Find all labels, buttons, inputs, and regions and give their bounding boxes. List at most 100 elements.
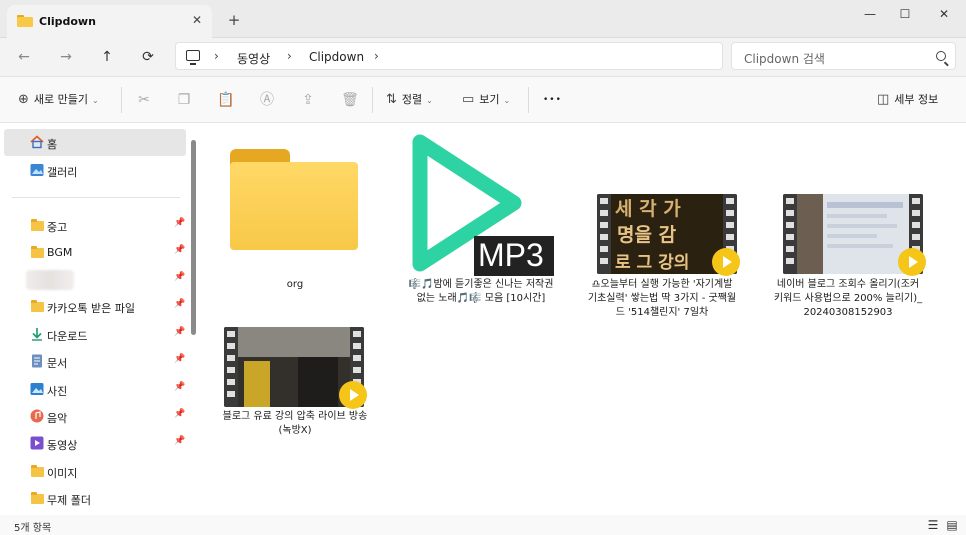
file-item-folder-org[interactable]: org bbox=[220, 124, 370, 304]
tab-title: Clipdown bbox=[39, 15, 96, 28]
home-icon bbox=[30, 135, 44, 149]
sidebar-item-label: 사진 bbox=[47, 385, 68, 398]
new-button-label: 새로 만들기 bbox=[33, 93, 89, 106]
breadcrumb-separator: › bbox=[214, 49, 219, 63]
new-tab-button[interactable]: + bbox=[224, 10, 244, 30]
sidebar-divider bbox=[12, 197, 180, 198]
view-button[interactable]: ▭ 보기 ⌄ bbox=[462, 89, 510, 111]
sort-button[interactable]: ⇅ 정렬 ⌄ bbox=[386, 89, 433, 111]
search-box[interactable]: Clipdown 검색 bbox=[731, 42, 956, 70]
sidebar-item-gallery[interactable]: 갤러리 bbox=[4, 157, 186, 184]
sort-button-label: 정렬 bbox=[401, 93, 423, 106]
music-icon bbox=[30, 409, 44, 423]
navigation-bar: ← → ↑ ⟳ › 동영상 › Clipdown › Clipdown 검색 bbox=[0, 38, 966, 77]
sidebar-item-label: 갤러리 bbox=[47, 166, 78, 179]
file-item-mp3[interactable]: MP3 🎼🎵밤에 듣기좋은 신나는 저작권 없는 노래🎵🎼 모음 [10시간] bbox=[406, 124, 556, 324]
new-button[interactable]: ⊕ 새로 만들기 ⌄ bbox=[18, 89, 99, 111]
file-item-video[interactable]: 블로그 유료 강의 압축 라이브 방송(녹방X) bbox=[220, 314, 370, 454]
cut-icon[interactable]: ✂ bbox=[134, 90, 154, 110]
sidebar-item-label: 홈 bbox=[47, 138, 58, 151]
sidebar-item-documents[interactable]: 문서 📌 bbox=[4, 348, 186, 375]
sidebar-item-bgm[interactable]: BGM 📌 bbox=[4, 239, 186, 266]
pin-icon: 📌 bbox=[174, 245, 186, 255]
pin-icon: 📌 bbox=[174, 382, 186, 392]
sidebar-item-images[interactable]: 이미지 bbox=[4, 458, 186, 485]
command-bar: ⊕ 새로 만들기 ⌄ ✂ ❐ 📋 Ⓐ ⇪ 🗑 ⇅ 정렬 ⌄ ▭ 보기 ⌄ ••• ◫ 세부 정… bbox=[0, 77, 966, 123]
breadcrumb-separator[interactable]: › bbox=[374, 49, 379, 63]
sidebar-item-pictures[interactable]: 사진 📌 bbox=[4, 376, 186, 403]
more-options-button[interactable]: ••• bbox=[543, 89, 562, 111]
details-pane-label: 세부 정보 bbox=[894, 93, 939, 106]
sidebar-item-label: 카카오톡 받은 파일 bbox=[47, 302, 135, 315]
plus-circle-icon: ⊕ bbox=[18, 92, 29, 107]
tiles-view-button[interactable]: ▤ bbox=[945, 518, 959, 532]
sidebar-item-redacted[interactable]: 📌 bbox=[4, 266, 186, 293]
breadcrumb-item-videos[interactable]: 동영상 bbox=[237, 50, 270, 67]
sidebar-item-home[interactable]: 홈 bbox=[4, 129, 186, 156]
sidebar-item-junggo[interactable]: 중고 📌 bbox=[4, 212, 186, 239]
sidebar-item-untitled-folder[interactable]: 무제 폴더 bbox=[4, 485, 186, 512]
up-button[interactable]: ↑ bbox=[94, 45, 120, 69]
forward-button[interactable]: → bbox=[53, 45, 79, 69]
pin-icon: 📌 bbox=[174, 299, 186, 309]
folder-icon bbox=[17, 15, 33, 27]
pin-icon: 📌 bbox=[174, 409, 186, 419]
sidebar-item-kakaotalk[interactable]: 카카오톡 받은 파일 📌 bbox=[4, 293, 186, 320]
chevron-down-icon: ⌄ bbox=[503, 96, 511, 105]
sidebar-item-label: 이미지 bbox=[47, 467, 78, 480]
sidebar-item-music[interactable]: 음악 📌 bbox=[4, 403, 186, 430]
breadcrumb-item-clipdown[interactable]: Clipdown bbox=[309, 50, 364, 64]
download-icon bbox=[32, 328, 42, 341]
sidebar-item-label: 문서 bbox=[47, 357, 68, 370]
paste-icon[interactable]: 📋 bbox=[216, 90, 236, 110]
file-item-label: 네이버 블로그 조회수 올리기(조커 키워드 사용법으로 200% 늘리기)_2… bbox=[773, 279, 923, 318]
thumbnail-text: 로 그 강의 bbox=[615, 253, 690, 273]
close-window-button[interactable]: ✕ bbox=[929, 4, 959, 24]
video-icon bbox=[30, 436, 44, 450]
refresh-button[interactable]: ⟳ bbox=[135, 45, 161, 69]
play-icon bbox=[339, 381, 367, 409]
details-pane-button[interactable]: ◫ 세부 정보 bbox=[877, 89, 938, 111]
rename-icon[interactable]: Ⓐ bbox=[257, 90, 277, 110]
folder-icon bbox=[230, 149, 360, 251]
divider bbox=[372, 87, 373, 113]
share-icon[interactable]: ⇪ bbox=[298, 90, 318, 110]
tab-close-icon[interactable]: ✕ bbox=[189, 12, 205, 28]
sidebar-item-label: 음악 bbox=[47, 412, 68, 425]
mp3-badge-text: MP3 bbox=[478, 237, 544, 273]
details-view-button[interactable]: ☰ bbox=[926, 518, 940, 532]
search-icon[interactable] bbox=[936, 51, 946, 61]
search-input[interactable]: Clipdown 검색 bbox=[744, 50, 825, 67]
back-button[interactable]: ← bbox=[11, 45, 37, 69]
tab-clipdown[interactable]: Clipdown ✕ bbox=[7, 5, 212, 38]
pin-icon: 📌 bbox=[174, 272, 186, 282]
view-button-label: 보기 bbox=[479, 93, 500, 106]
file-item-label: 블로그 유료 강의 압축 라이브 방송(녹방X) bbox=[222, 411, 368, 436]
minimize-button[interactable]: — bbox=[855, 4, 885, 24]
thumbnail-text: 명을 감 bbox=[617, 224, 677, 246]
pin-icon: 📌 bbox=[174, 436, 186, 446]
pin-icon: 📌 bbox=[174, 327, 186, 337]
details-pane-icon: ◫ bbox=[877, 92, 890, 107]
maximize-button[interactable]: ☐ bbox=[890, 4, 920, 24]
folder-icon bbox=[31, 300, 44, 312]
file-item-video[interactable]: 세 각 가 명을 감 로 그 강의 ♎오늘부터 실행 가능한 '자기계발 기초실… bbox=[587, 124, 740, 324]
sidebar-scrollbar-thumb[interactable] bbox=[191, 140, 196, 335]
file-item-label: 🎼🎵밤에 듣기좋은 신나는 저작권 없는 노래🎵🎼 모음 [10시간] bbox=[408, 279, 554, 304]
file-item-video[interactable]: 네이버 블로그 조회수 올리기(조커 키워드 사용법으로 200% 늘리기)_2… bbox=[773, 124, 926, 324]
sidebar-item-label: 다운로드 bbox=[47, 330, 88, 343]
sidebar-item-videos[interactable]: 동영상 📌 bbox=[4, 430, 186, 457]
chevron-down-icon: ⌄ bbox=[426, 96, 433, 105]
file-view: org MP3 🎼🎵밤에 듣기좋은 신나는 저작권 없는 노래🎵🎼 모음 [10… bbox=[200, 124, 966, 516]
redacted-item bbox=[26, 270, 74, 290]
status-bar: 5개 항목 ☰ ▤ bbox=[0, 515, 966, 535]
mp3-badge: MP3 bbox=[474, 236, 554, 276]
folder-icon bbox=[31, 465, 44, 477]
sidebar-item-downloads[interactable]: 다운로드 📌 bbox=[4, 321, 186, 348]
divider bbox=[121, 87, 122, 113]
delete-icon[interactable]: 🗑 bbox=[340, 90, 360, 110]
title-bar: Clipdown ✕ + — ☐ ✕ bbox=[0, 0, 966, 38]
folder-icon bbox=[31, 246, 44, 258]
copy-icon[interactable]: ❐ bbox=[174, 90, 194, 110]
address-bar[interactable]: › 동영상 › Clipdown › bbox=[175, 42, 723, 70]
